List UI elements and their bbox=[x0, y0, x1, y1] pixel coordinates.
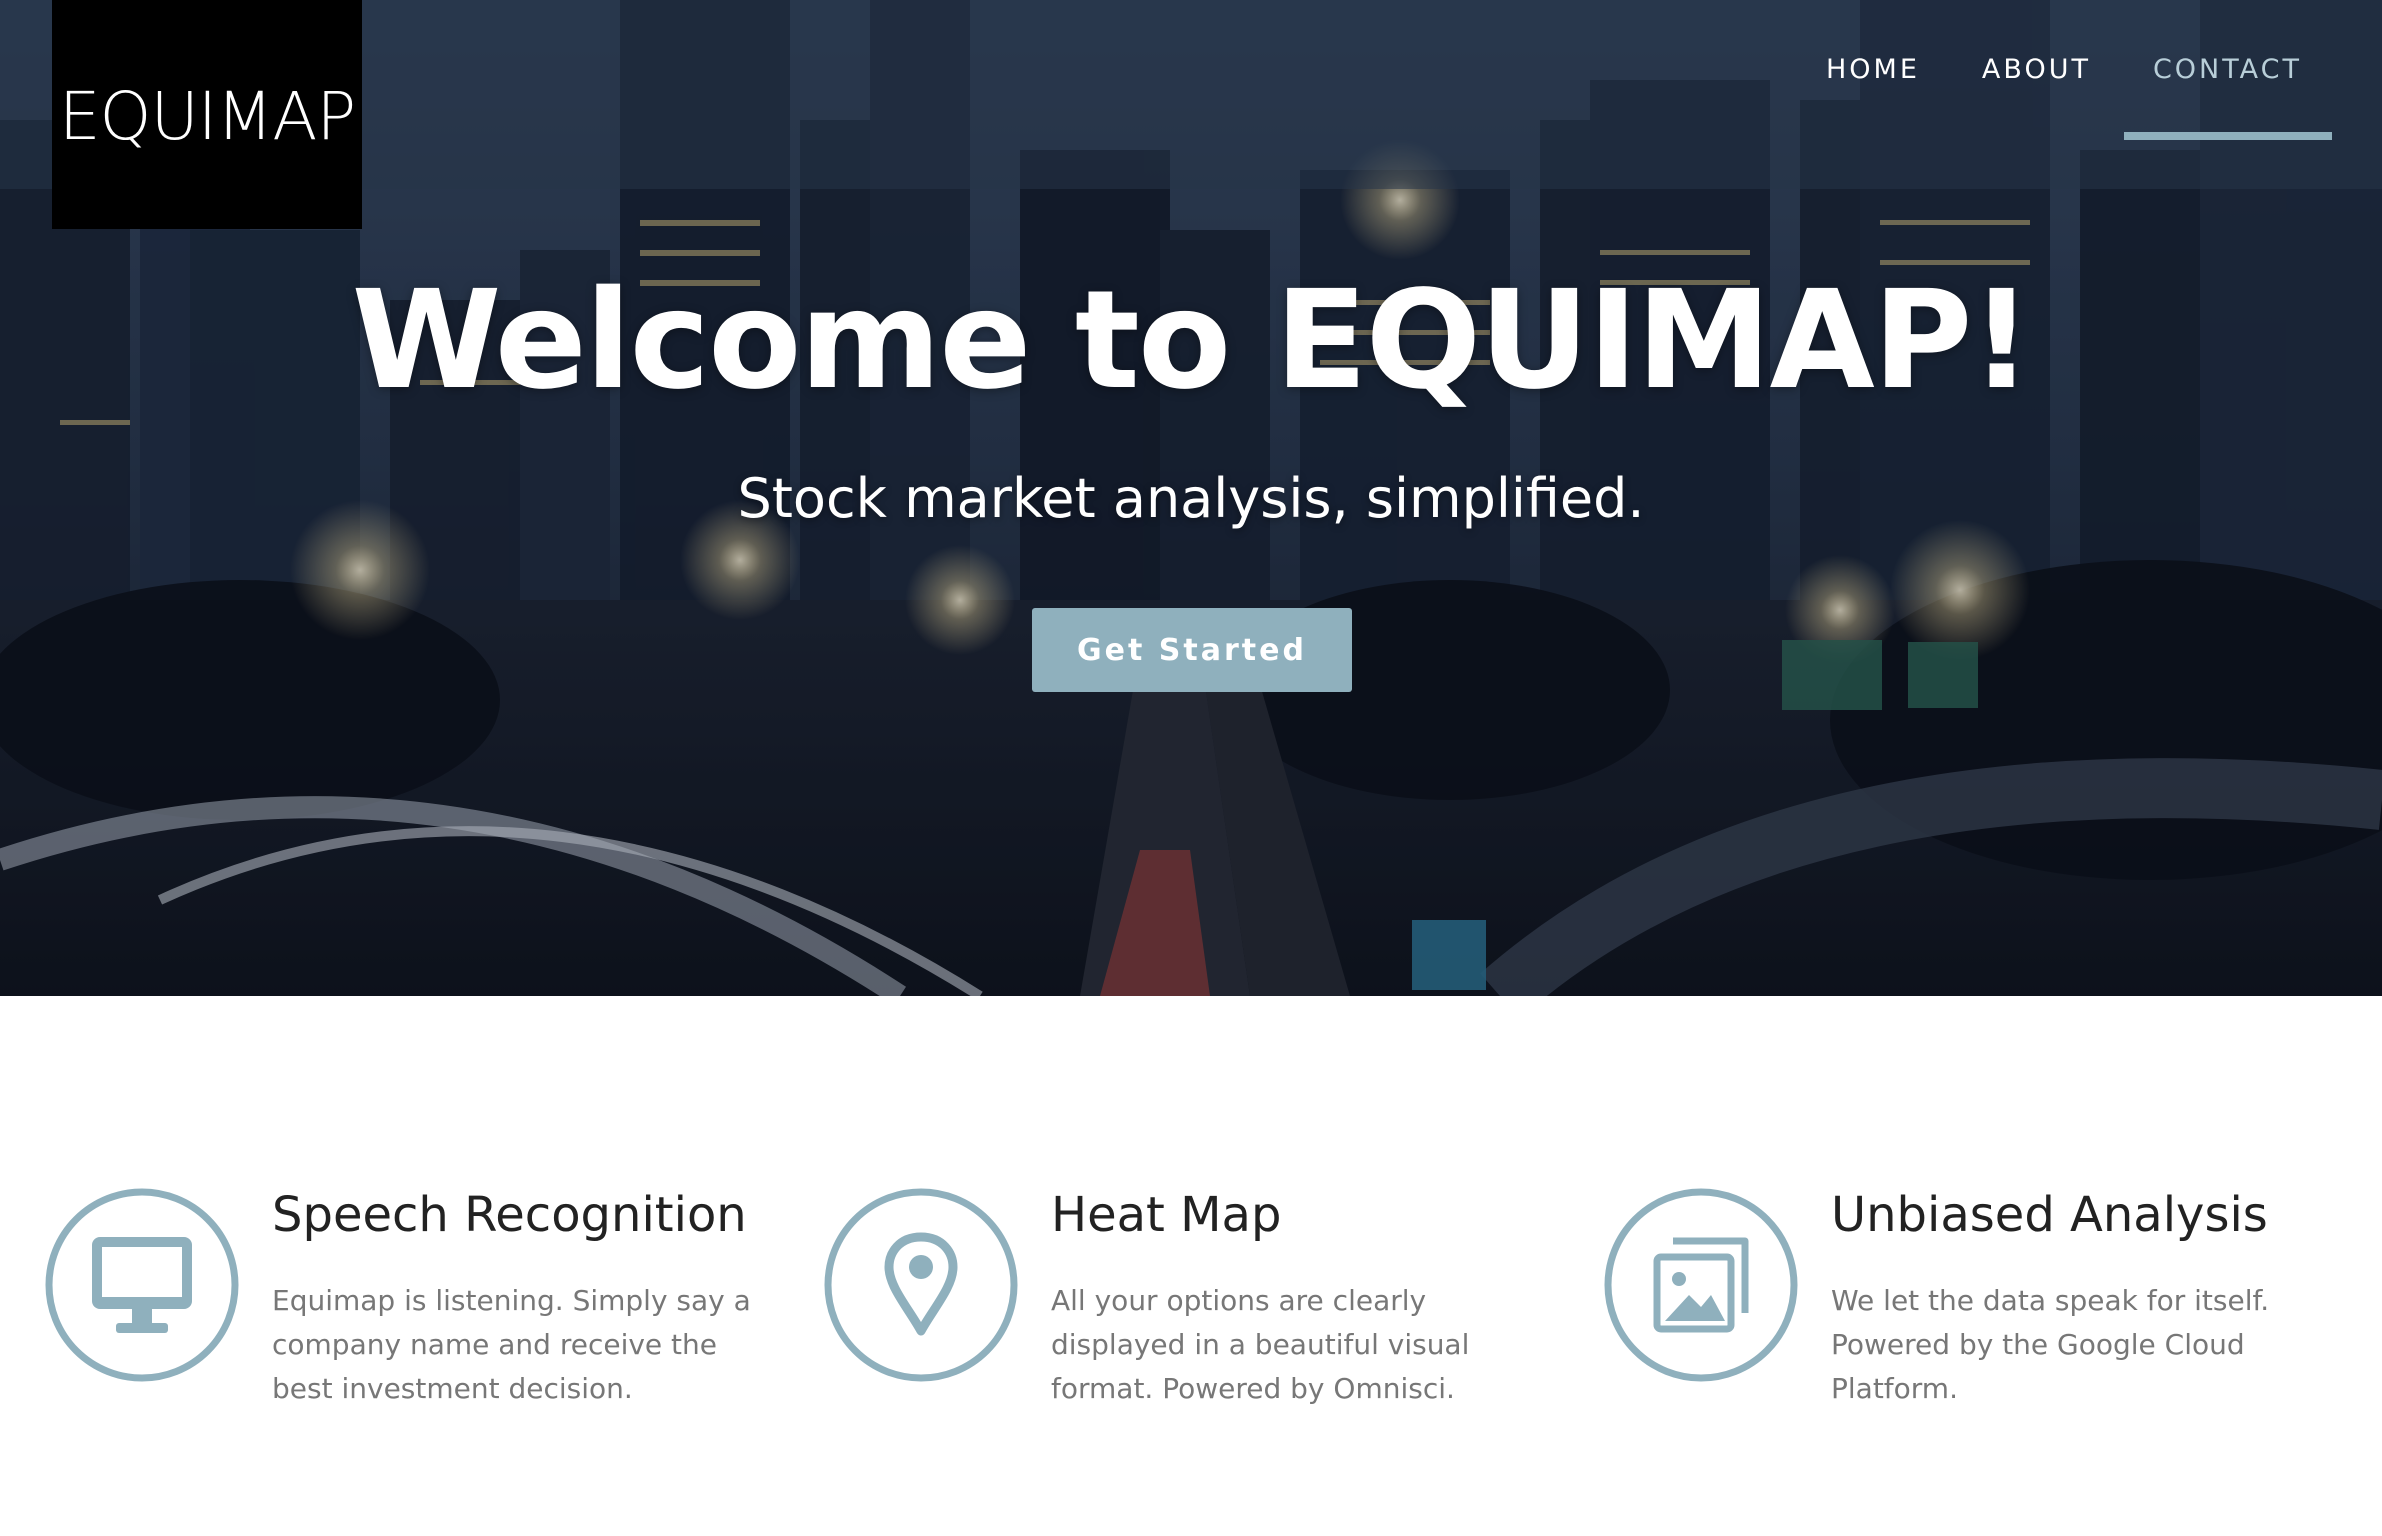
hero-title: Welcome to EQUIMAP! bbox=[351, 262, 2033, 420]
feature-description: All your options are clearly displayed i… bbox=[1051, 1284, 1470, 1405]
feature-title: Heat Map bbox=[1051, 1187, 1282, 1243]
nav-active-underline bbox=[2124, 132, 2332, 140]
nav-about-link[interactable]: ABOUT bbox=[1982, 54, 2091, 85]
map-pin-icon bbox=[824, 1188, 1018, 1382]
monitor-icon bbox=[45, 1188, 239, 1382]
hero-section: EQUIMAP HOME ABOUT CONTACT Welcome to EQ… bbox=[0, 0, 2382, 996]
images-icon bbox=[1604, 1188, 1798, 1382]
hero-subtitle: Stock market analysis, simplified. bbox=[737, 467, 1645, 530]
nav-home-link[interactable]: HOME bbox=[1826, 54, 1920, 85]
feature-unbiased-analysis: Unbiased Analysis We let the data speak … bbox=[1603, 1187, 2363, 1447]
feature-heat-map: Heat Map All your options are clearly di… bbox=[823, 1187, 1583, 1447]
feature-title: Unbiased Analysis bbox=[1831, 1187, 2268, 1243]
feature-description: We let the data speak for itself. Powere… bbox=[1831, 1284, 2270, 1405]
nav-contact-link[interactable]: CONTACT bbox=[2153, 54, 2302, 85]
feature-speech-recognition: Speech Recognition Equimap is listening.… bbox=[44, 1187, 804, 1447]
logo[interactable]: EQUIMAP bbox=[52, 0, 362, 229]
features-section: Speech Recognition Equimap is listening.… bbox=[0, 996, 2382, 1536]
get-started-button[interactable]: Get Started bbox=[1032, 608, 1352, 692]
main-nav: HOME ABOUT CONTACT bbox=[1826, 54, 2302, 85]
feature-description: Equimap is listening. Simply say a compa… bbox=[272, 1284, 751, 1405]
logo-text: EQUIMAP bbox=[58, 78, 356, 155]
feature-title: Speech Recognition bbox=[272, 1187, 747, 1243]
